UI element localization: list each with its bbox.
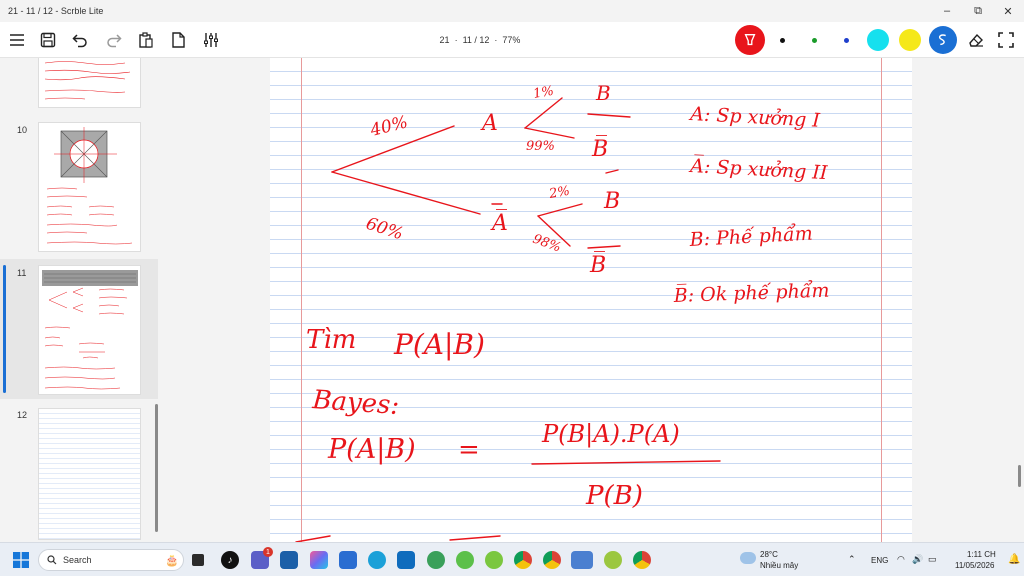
color-green-swatch[interactable] xyxy=(812,38,817,43)
select-icon[interactable] xyxy=(994,28,1018,52)
chrome-icon-3[interactable] xyxy=(633,551,651,569)
leaf-bbar-2: B̅ xyxy=(589,251,606,278)
thumbnail-number: 10 xyxy=(17,125,28,135)
wifi-icon[interactable]: ◠ xyxy=(897,554,905,565)
color-yellow-swatch[interactable] xyxy=(899,29,921,51)
color-blue-swatch[interactable] xyxy=(844,38,849,43)
bayes-equals: = xyxy=(458,435,480,465)
undo-icon[interactable] xyxy=(68,28,92,52)
sliders-icon[interactable] xyxy=(199,28,223,52)
page-info: 21 · 11 / 12 · 77% xyxy=(439,35,521,45)
clock-time[interactable]: 1:11 CH xyxy=(967,550,996,559)
taskbar-search[interactable]: Search 🎂 xyxy=(38,549,184,571)
prob-a-label: 40% xyxy=(367,112,409,141)
battery-icon[interactable]: ▭ xyxy=(928,554,937,565)
thumbnail-page-12[interactable]: 12 xyxy=(0,404,158,542)
thumbnail-number: 12 xyxy=(17,410,28,420)
leaf-b-1: B xyxy=(595,81,611,105)
task-view-icon[interactable] xyxy=(192,554,204,566)
leaf-b-2: B xyxy=(603,189,620,214)
thumbnail-page-11[interactable]: 11 xyxy=(0,259,158,399)
handwriting-layer: 40% 60% A A̅ 1% 99% 2% 98% B B̅ B B̅ A: … xyxy=(295,81,830,542)
selected-indicator xyxy=(3,265,6,393)
prob-bbar-given-a: 99% xyxy=(526,139,555,154)
canvas-area[interactable]: 40% 60% A A̅ 1% 99% 2% 98% B B̅ B B̅ A: … xyxy=(158,58,1024,542)
search-placeholder: Search xyxy=(63,555,92,565)
maximize-button[interactable]: ⧉ xyxy=(963,0,993,22)
thumbnail-image xyxy=(38,408,141,540)
legend-a: A: Sp xưởng I xyxy=(688,103,821,132)
title-bar: 21 - 11 / 12 - Scrble Lite – ⧉ ✕ xyxy=(0,0,1024,22)
bayes-label: Bayes: xyxy=(311,385,401,421)
app-icon[interactable] xyxy=(427,551,445,569)
edge-icon[interactable] xyxy=(368,551,386,569)
tiktok-icon[interactable]: ♪ xyxy=(221,551,239,569)
taskbar: Search 🎂 ♪ 1 28°C Nhiều mây ⌃ ENG ◠ 🔊 ▭ … xyxy=(0,542,1024,576)
page-thumbnails-sidebar: 10 11 12 xyxy=(0,58,158,542)
legend-b: B: Phế phẩm xyxy=(688,223,813,251)
save-icon[interactable] xyxy=(36,28,60,52)
eraser-icon[interactable] xyxy=(964,28,988,52)
bayes-denominator: P(B) xyxy=(585,481,643,511)
copilot-icon[interactable] xyxy=(310,551,328,569)
search-icon xyxy=(47,555,57,565)
search-highlight-icon: 🎂 xyxy=(165,554,179,567)
minimize-button[interactable]: – xyxy=(932,0,962,22)
thumbnail-image xyxy=(38,265,141,395)
thumbnail-image xyxy=(38,122,141,252)
legend-bbar: B̅: Ok phế phẩm xyxy=(672,279,829,307)
prob-b-given-abar: 2% xyxy=(547,184,571,203)
toolbar: 21 · 11 / 12 · 77% xyxy=(0,22,1024,58)
legend-abar: A̅: Sp xưởng II xyxy=(688,154,829,184)
thumbnail-image xyxy=(38,58,141,108)
color-black-swatch[interactable] xyxy=(780,38,785,43)
find-label: Tìm xyxy=(306,325,356,355)
thumbnail-page-9[interactable] xyxy=(0,58,158,113)
zoom-level[interactable]: 77% xyxy=(502,35,520,45)
clipboard-icon[interactable] xyxy=(134,28,158,52)
thumbnail-number: 11 xyxy=(17,268,27,278)
color-cyan-swatch[interactable] xyxy=(867,29,889,51)
lasso-icon[interactable] xyxy=(929,26,957,54)
weather-icon[interactable] xyxy=(740,552,756,564)
chrome-icon-2[interactable] xyxy=(543,551,561,569)
page-indicator: 11 / 12 xyxy=(462,35,490,45)
windows-start-icon[interactable] xyxy=(12,551,30,569)
page-icon[interactable] xyxy=(166,28,190,52)
weather-desc[interactable]: Nhiều mây xyxy=(760,561,798,570)
clock-date[interactable]: 11/05/2026 xyxy=(955,561,994,570)
notebook-number: 21 xyxy=(439,35,450,45)
scrble-app-icon[interactable] xyxy=(571,551,593,569)
prob-b-given-a: 1% xyxy=(532,84,555,102)
canvas-scrollbar[interactable] xyxy=(1018,465,1021,487)
bayes-numerator: P(B|A).P(A) xyxy=(541,420,680,449)
menu-icon[interactable] xyxy=(5,28,29,52)
notification-bell-icon[interactable]: 🔔 xyxy=(1008,554,1020,565)
chrome-icon[interactable] xyxy=(514,551,532,569)
volume-icon[interactable]: 🔊 xyxy=(912,554,923,565)
app-icon-3[interactable] xyxy=(485,551,503,569)
node-abar: A̅ xyxy=(490,209,508,236)
pen-icon[interactable] xyxy=(735,25,765,55)
bayes-lhs: P(A|B) xyxy=(327,434,416,465)
teams-icon[interactable]: 1 xyxy=(251,547,273,569)
store-icon[interactable] xyxy=(280,551,298,569)
notebook-page[interactable]: 40% 60% A A̅ 1% 99% 2% 98% B B̅ B B̅ A: … xyxy=(270,58,912,542)
app-icon-2[interactable] xyxy=(456,551,474,569)
app-icon-4[interactable] xyxy=(604,551,622,569)
thumbnail-page-10[interactable]: 10 xyxy=(0,118,158,254)
prob-abar-label: 60% xyxy=(363,214,405,245)
file-explorer-icon[interactable] xyxy=(397,551,415,569)
tray-chevron-icon[interactable]: ⌃ xyxy=(848,554,856,565)
weather-temp[interactable]: 28°C xyxy=(760,550,778,559)
window-title: 21 - 11 / 12 - Scrble Lite xyxy=(8,6,104,16)
outlook-icon[interactable] xyxy=(339,551,357,569)
redo-icon[interactable] xyxy=(102,28,126,52)
find-expression: P(A|B) xyxy=(393,328,485,361)
node-a: A xyxy=(480,111,498,136)
notification-badge: 1 xyxy=(263,547,273,557)
leaf-bbar-1: B̅ xyxy=(591,135,608,162)
language-indicator[interactable]: ENG xyxy=(871,556,888,565)
close-button[interactable]: ✕ xyxy=(993,0,1023,22)
